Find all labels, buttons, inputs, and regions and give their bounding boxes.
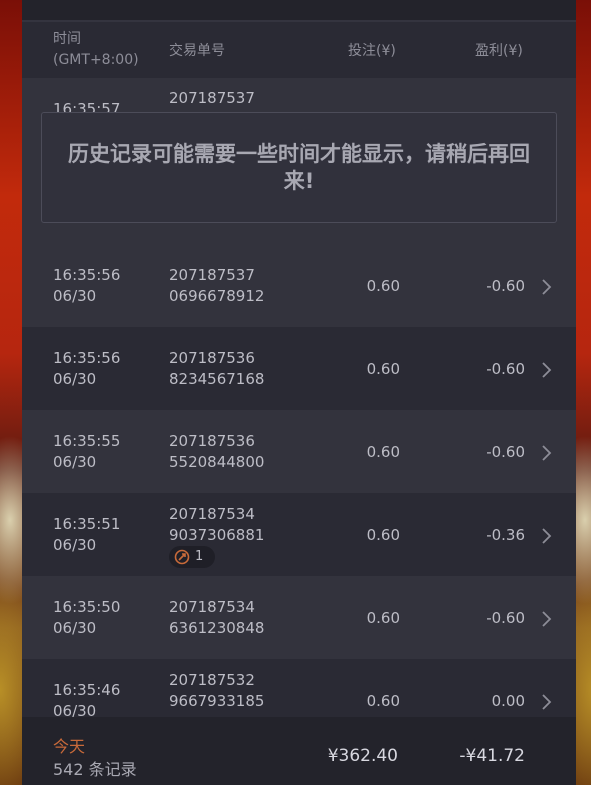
row-transaction-id: 207187534 6361230848 bbox=[169, 597, 264, 639]
chevron-right-icon[interactable] bbox=[538, 360, 554, 380]
row-transaction-id: 207187537 0696678912 bbox=[169, 265, 264, 307]
row-time-value: 16:35:51 bbox=[53, 515, 121, 533]
row-date-value: 06/30 bbox=[53, 287, 97, 305]
row-bet: 0.60 bbox=[366, 277, 400, 295]
badge-count: 1 bbox=[195, 549, 204, 564]
row-profit: -0.60 bbox=[486, 443, 525, 461]
row-time-value: 16:35:46 bbox=[53, 681, 121, 699]
row-time: 16:35:46 06/30 bbox=[53, 680, 120, 722]
row-time-value: 16:35:56 bbox=[53, 349, 121, 367]
row-bet: 0.60 bbox=[366, 360, 400, 378]
row-id-part2: 5520844800 bbox=[169, 453, 265, 471]
link-badge[interactable]: 1 bbox=[169, 546, 215, 568]
row-id-part2: 9037306881 bbox=[169, 526, 265, 544]
row-date-value: 06/30 bbox=[53, 619, 97, 637]
row-bet: 0.60 bbox=[366, 526, 400, 544]
row-id-part1: 207187532 bbox=[169, 671, 255, 689]
footer-record-count: 542 条记录 bbox=[53, 760, 137, 779]
header-profit: 盈利(¥) bbox=[475, 43, 523, 59]
row-id-part2: 0696678912 bbox=[169, 287, 265, 305]
footer-today-label[interactable]: 今天 bbox=[53, 733, 85, 757]
row-date-value: 06/30 bbox=[53, 370, 97, 388]
top-bar bbox=[22, 0, 576, 22]
row-date-value: 06/30 bbox=[53, 453, 97, 471]
row-transaction-id: 207187536 8234567168 bbox=[169, 348, 264, 390]
row-transaction-id: 207187532 9667933185 bbox=[169, 670, 264, 712]
row-profit: -0.36 bbox=[486, 526, 525, 544]
row-time-value: 16:35:50 bbox=[53, 598, 121, 616]
header-time-label: 时间 bbox=[53, 31, 81, 47]
row-transaction-id: 207187536 5520844800 bbox=[169, 431, 264, 473]
row-date-value: 06/30 bbox=[53, 536, 97, 554]
row-id-part2: 6361230848 bbox=[169, 619, 265, 637]
header-time: 时间 (GMT+8:00) bbox=[53, 29, 139, 71]
header-timezone-label: (GMT+8:00) bbox=[53, 52, 139, 68]
row-time: 16:35:51 06/30 bbox=[53, 514, 120, 556]
row-id-part1: 207187536 bbox=[169, 349, 255, 367]
row-id-part1: 207187537 bbox=[169, 266, 255, 284]
row-id-part1: 207187536 bbox=[169, 432, 255, 450]
row-time: 16:35:55 06/30 bbox=[53, 431, 120, 473]
header-bet: 投注(¥) bbox=[348, 43, 396, 59]
row-profit: -0.60 bbox=[486, 277, 525, 295]
chevron-right-icon[interactable] bbox=[538, 692, 554, 712]
header-transaction-id: 交易单号 bbox=[169, 43, 225, 59]
row-bet: 0.60 bbox=[366, 609, 400, 627]
chevron-right-icon[interactable] bbox=[538, 277, 554, 297]
row-id-part1: 207187537 bbox=[169, 89, 255, 107]
summary-footer: 今天 542 条记录 ¥362.40 -¥41.72 bbox=[22, 717, 576, 785]
row-profit: -0.60 bbox=[486, 609, 525, 627]
link-icon bbox=[174, 549, 190, 565]
row-profit: 0.00 bbox=[491, 692, 525, 710]
row-id-part2: 8234567168 bbox=[169, 370, 265, 388]
history-panel: 时间 (GMT+8:00) 交易单号 投注(¥) 盈利(¥) 16:35:57 … bbox=[22, 0, 576, 785]
row-bet: 0.60 bbox=[366, 443, 400, 461]
row-time: 16:35:56 06/30 bbox=[53, 265, 120, 307]
row-transaction-id: 207187534 9037306881 bbox=[169, 504, 264, 546]
row-bet: 0.60 bbox=[366, 692, 400, 710]
toast-message: 历史记录可能需要一些时间才能显示，请稍后再回来! bbox=[68, 141, 530, 193]
row-id-part1: 207187534 bbox=[169, 505, 255, 523]
row-time: 16:35:50 06/30 bbox=[53, 597, 120, 639]
chevron-right-icon[interactable] bbox=[538, 526, 554, 546]
row-transaction-id: 207187537 bbox=[169, 88, 255, 109]
footer-total-bet: ¥362.40 bbox=[327, 746, 398, 766]
footer-total-profit: -¥41.72 bbox=[459, 746, 525, 766]
row-time: 16:35:56 06/30 bbox=[53, 348, 120, 390]
table-row[interactable]: 16:35:56 06/30 207187536 8234567168 0.60… bbox=[22, 327, 576, 410]
row-time-value: 16:35:55 bbox=[53, 432, 121, 450]
row-time-value: 16:35:56 bbox=[53, 266, 121, 284]
table-row[interactable]: 16:35:56 06/30 207187537 0696678912 0.60… bbox=[22, 244, 576, 327]
table-row[interactable]: 16:35:51 06/30 207187534 9037306881 1 0.… bbox=[22, 493, 576, 576]
table-header: 时间 (GMT+8:00) 交易单号 投注(¥) 盈利(¥) bbox=[22, 22, 576, 78]
row-profit: -0.60 bbox=[486, 360, 525, 378]
chevron-right-icon[interactable] bbox=[538, 443, 554, 463]
chevron-right-icon[interactable] bbox=[538, 609, 554, 629]
table-row[interactable]: 16:35:55 06/30 207187536 5520844800 0.60… bbox=[22, 410, 576, 493]
table-row[interactable]: 16:35:50 06/30 207187534 6361230848 0.60… bbox=[22, 576, 576, 659]
row-id-part1: 207187534 bbox=[169, 598, 255, 616]
history-delay-toast: 历史记录可能需要一些时间才能显示，请稍后再回来! bbox=[41, 112, 557, 223]
row-id-part2: 9667933185 bbox=[169, 692, 265, 710]
